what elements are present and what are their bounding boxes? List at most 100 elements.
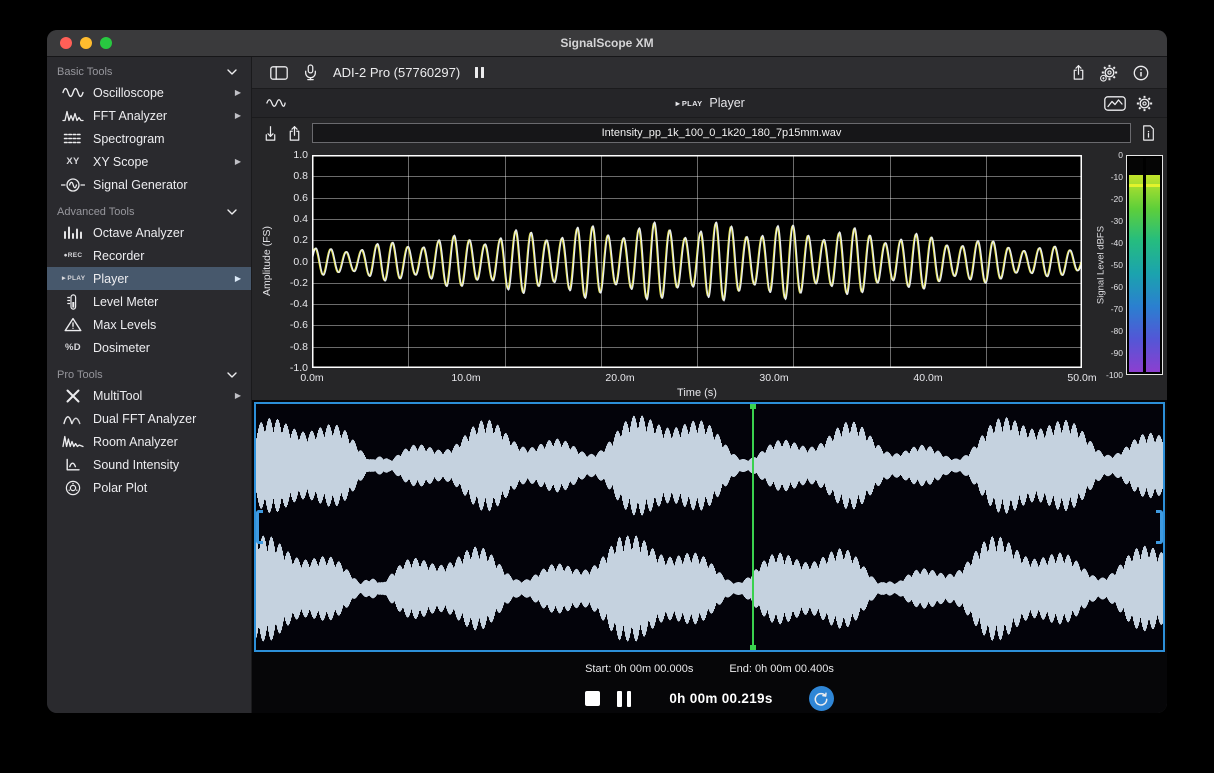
sidebar-item-max-levels[interactable]: Max Levels — [47, 313, 251, 336]
selection-handle-right[interactable] — [1156, 510, 1163, 544]
zoom-button[interactable] — [100, 37, 112, 49]
player-header: ►PLAY Player — [252, 89, 1167, 118]
x-axis-title: Time (s) — [312, 387, 1082, 399]
player-header-title: ►PLAY Player — [252, 96, 1167, 110]
import-button[interactable] — [264, 125, 277, 142]
file-row: Intensity_pp_1k_100_0_1k20_180_7p15mm.wa… — [252, 118, 1167, 148]
sidebar-item-multitool[interactable]: MultiTool ▶ — [47, 384, 251, 407]
sidebar-item-xy-scope[interactable]: XY XY Scope ▶ — [47, 150, 251, 173]
oscilloscope-icon — [59, 86, 87, 99]
settings-badge-button[interactable] — [1100, 64, 1118, 82]
xy-icon: XY — [59, 156, 87, 167]
gear-button[interactable] — [1136, 95, 1153, 112]
amplitude-tick-label: -0.6 — [290, 319, 308, 331]
file-info-button[interactable] — [1142, 125, 1155, 141]
sidebar-item-label: Room Analyzer — [93, 435, 241, 449]
section-header-pro-tools[interactable]: Pro Tools — [47, 365, 251, 384]
amplitude-tick-label: -0.8 — [290, 341, 308, 353]
player-lower-section: Start: 0h 00m 00.000s End: 0h 00m 00.400… — [252, 400, 1167, 713]
spectrogram-icon — [59, 132, 87, 145]
meter-bar-left — [1129, 158, 1143, 372]
room-analyzer-icon — [59, 435, 87, 448]
app-window: SignalScope XM Basic Tools Oscilloscope … — [47, 30, 1167, 713]
transport-controls: 0h 00m 00.219s — [252, 686, 1167, 711]
pause-button[interactable] — [617, 691, 631, 707]
amplitude-tick-label: -0.4 — [290, 298, 308, 310]
sidebar-item-polar-plot[interactable]: Polar Plot — [47, 476, 251, 499]
sidebar-item-dosimeter[interactable]: %D Dosimeter — [47, 336, 251, 359]
main-toolbar: ADI-2 Pro (57760297) — [252, 57, 1167, 89]
time-tick-label: 10.0m — [451, 372, 480, 384]
chevron-down-icon — [227, 69, 237, 75]
selection-range-labels: Start: 0h 00m 00.000s End: 0h 00m 00.400… — [252, 663, 1167, 675]
playback-time: 0h 00m 00.219s — [669, 691, 772, 706]
meter-tick-label: -70 — [1111, 304, 1123, 314]
play-icon: ►PLAY — [59, 275, 87, 282]
max-levels-icon — [59, 317, 87, 332]
selection-end-label: End: 0h 00m 00.400s — [729, 663, 834, 675]
meter-tick-label: 0 — [1118, 150, 1123, 160]
meter-tick-label: -40 — [1111, 238, 1123, 248]
time-tick-label: 30.0m — [759, 372, 788, 384]
sidebar-item-fft-analyzer[interactable]: FFT Analyzer ▶ — [47, 104, 251, 127]
dosimeter-icon: %D — [59, 342, 87, 353]
signal-level-meter — [1126, 155, 1163, 375]
section-header-advanced-tools[interactable]: Advanced Tools — [47, 202, 251, 221]
playhead-cursor[interactable] — [752, 404, 754, 650]
sound-intensity-icon — [59, 458, 87, 472]
level-meter-icon — [59, 294, 87, 310]
minimize-button[interactable] — [80, 37, 92, 49]
sidebar-item-octave-analyzer[interactable]: Octave Analyzer — [47, 221, 251, 244]
sidebar-item-sound-intensity[interactable]: Sound Intensity — [47, 453, 251, 476]
sidebar-item-oscilloscope[interactable]: Oscilloscope ▶ — [47, 81, 251, 104]
sidebar-item-label: Signal Generator — [93, 178, 241, 192]
sidebar-item-label: Dosimeter — [93, 341, 241, 355]
x-axis-ticks: 0.0m10.0m20.0m30.0m40.0m50.0m — [312, 372, 1082, 385]
meter-bar-fill — [1129, 175, 1143, 372]
sidebar-item-label: MultiTool — [93, 389, 235, 403]
loop-button[interactable] — [809, 686, 834, 711]
meter-tick-label: -10 — [1111, 172, 1123, 182]
device-label[interactable]: ADI-2 Pro (57760297) — [333, 65, 460, 80]
section-label: Basic Tools — [57, 66, 112, 78]
scope-plot-canvas — [312, 155, 1082, 368]
share-button[interactable] — [1072, 64, 1085, 81]
title-bar[interactable]: SignalScope XM — [47, 30, 1167, 57]
close-button[interactable] — [60, 37, 72, 49]
submenu-arrow-icon: ▶ — [235, 111, 241, 120]
waveform-button[interactable] — [266, 97, 286, 109]
stop-button[interactable] — [585, 691, 600, 706]
sidebar-item-room-analyzer[interactable]: Room Analyzer — [47, 430, 251, 453]
chevron-down-icon — [227, 209, 237, 215]
meter-tick-label: -20 — [1111, 194, 1123, 204]
sidebar-item-level-meter[interactable]: Level Meter — [47, 290, 251, 313]
sidebar-item-spectrogram[interactable]: Spectrogram — [47, 127, 251, 150]
time-tick-label: 20.0m — [605, 372, 634, 384]
chart-toggle-button[interactable] — [1104, 96, 1126, 111]
sidebar-toggle-button[interactable] — [270, 66, 288, 80]
sidebar-item-signal-generator[interactable]: Signal Generator — [47, 173, 251, 196]
waveform-overview[interactable] — [254, 402, 1165, 652]
sidebar-item-recorder[interactable]: ●REC Recorder — [47, 244, 251, 267]
meter-peak-indicator — [1146, 184, 1160, 187]
filename-field[interactable]: Intensity_pp_1k_100_0_1k20_180_7p15mm.wa… — [312, 123, 1131, 143]
sidebar-item-dual-fft-analyzer[interactable]: Dual FFT Analyzer — [47, 407, 251, 430]
dual-fft-icon — [59, 412, 87, 425]
meter-bar-fill — [1146, 175, 1160, 372]
section-header-basic-tools[interactable]: Basic Tools — [47, 62, 251, 81]
amplitude-tick-label: -0.2 — [290, 277, 308, 289]
time-tick-label: 50.0m — [1067, 372, 1096, 384]
export-button[interactable] — [288, 125, 301, 142]
sidebar-item-label: Oscilloscope — [93, 86, 235, 100]
amplitude-tick-label: 0.6 — [293, 192, 308, 204]
sidebar-item-player[interactable]: ►PLAY Player ▶ — [47, 267, 251, 290]
selection-handle-left[interactable] — [256, 510, 263, 544]
meter-ticks: 0-10-20-30-40-50-60-70-80-90-100 — [1099, 155, 1123, 375]
sidebar-item-label: Max Levels — [93, 318, 241, 332]
meter-tick-label: -80 — [1111, 326, 1123, 336]
microphone-icon[interactable] — [303, 64, 318, 81]
info-button[interactable] — [1133, 65, 1149, 81]
record-icon: ●REC — [59, 252, 87, 259]
device-pause-button[interactable] — [475, 67, 484, 78]
y-axis-title: Amplitude (FS) — [261, 226, 273, 296]
